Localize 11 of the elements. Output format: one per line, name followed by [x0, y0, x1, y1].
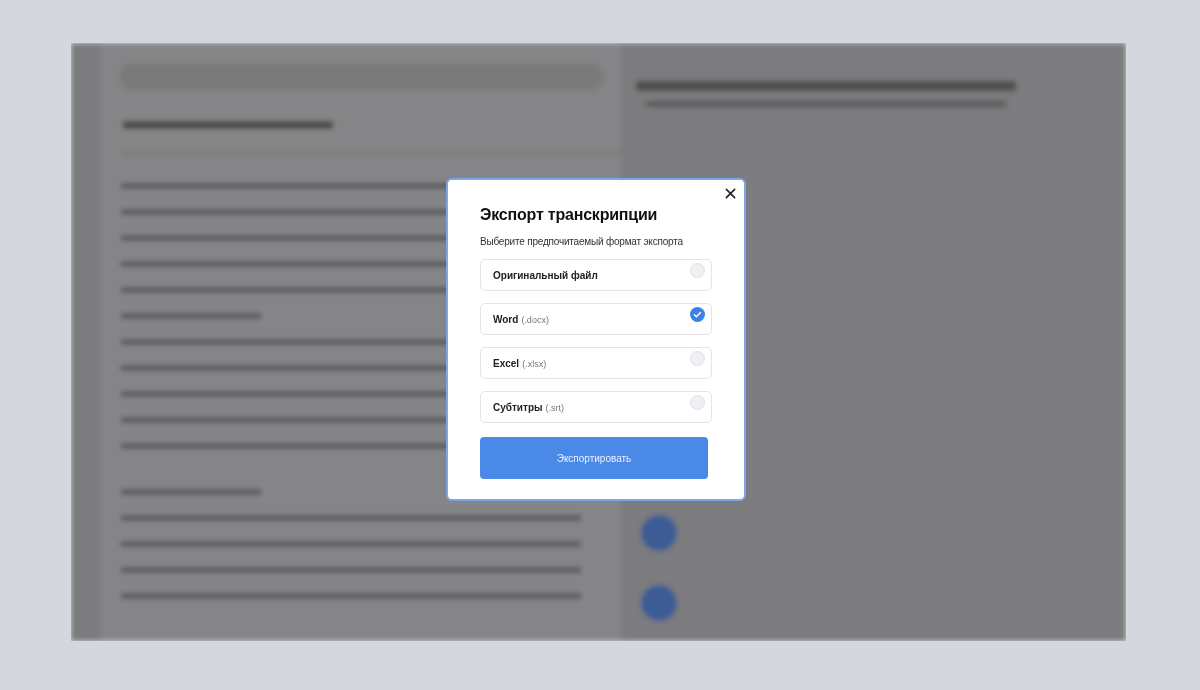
format-option[interactable]: Word (.docx) — [480, 303, 712, 335]
format-label: Субтитры (.srt) — [493, 401, 565, 413]
format-label: Word (.docx) — [493, 313, 549, 325]
dialog-title: Экспорт транскрипции — [480, 206, 659, 224]
format-label: Оригинальный файл — [493, 269, 598, 281]
format-option[interactable]: Оригинальный файл — [480, 259, 712, 291]
format-option[interactable]: Excel (.xlsx) — [480, 347, 712, 379]
format-option[interactable]: Субтитры (.srt) — [480, 391, 712, 423]
close-icon[interactable] — [725, 188, 736, 199]
format-label: Excel (.xlsx) — [493, 357, 547, 369]
dialog-subtitle: Выберите предпочитаемый формат экспорта — [480, 236, 684, 247]
